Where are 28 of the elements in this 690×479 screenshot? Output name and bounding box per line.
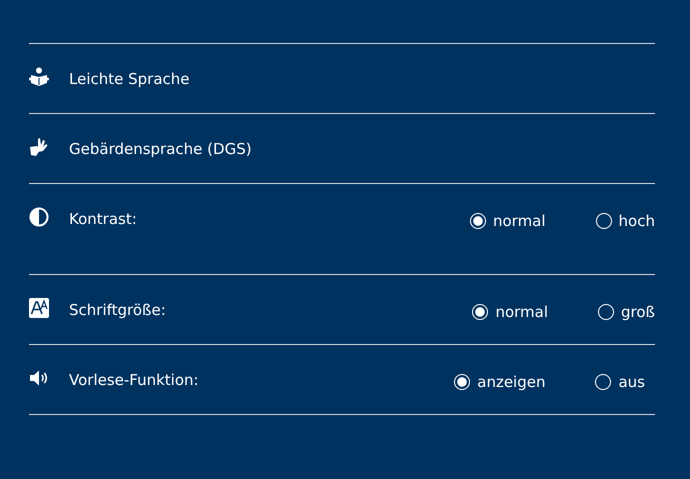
menu-link[interactable]: Gebärdensprache (DGS) bbox=[69, 139, 252, 159]
radio-button[interactable] bbox=[454, 374, 470, 390]
radio-option[interactable]: groß bbox=[598, 302, 655, 322]
radio-option[interactable]: normal bbox=[472, 302, 548, 322]
radio-button[interactable] bbox=[596, 213, 612, 229]
reading-person-icon bbox=[29, 67, 49, 87]
setting-label: Kontrast: bbox=[69, 209, 137, 229]
option-label: hoch bbox=[618, 211, 655, 231]
radio-option[interactable]: normal bbox=[470, 211, 546, 231]
option-label: normal bbox=[495, 302, 548, 322]
setting-label: Vorlese-Funktion: bbox=[69, 370, 199, 390]
font-size-icon bbox=[29, 298, 49, 318]
contrast-icon bbox=[29, 207, 49, 227]
option-label: normal bbox=[492, 211, 546, 231]
setting-label: Schriftgröße: bbox=[69, 300, 166, 320]
radio-button[interactable] bbox=[472, 304, 488, 320]
sign-language-hands-icon bbox=[29, 137, 49, 157]
radio-button[interactable] bbox=[598, 304, 614, 320]
radio-button[interactable] bbox=[595, 374, 612, 390]
radio-option[interactable]: anzeigen bbox=[454, 372, 546, 392]
radio-option[interactable]: aus bbox=[595, 372, 645, 392]
option-label: groß bbox=[621, 302, 655, 322]
radio-option[interactable]: hoch bbox=[596, 211, 655, 231]
radio-button[interactable] bbox=[470, 213, 486, 229]
menu-link[interactable]: Leichte Sprache bbox=[69, 69, 190, 89]
option-label: anzeigen bbox=[477, 372, 546, 392]
option-label: aus bbox=[618, 372, 645, 392]
speaker-icon bbox=[29, 368, 49, 388]
